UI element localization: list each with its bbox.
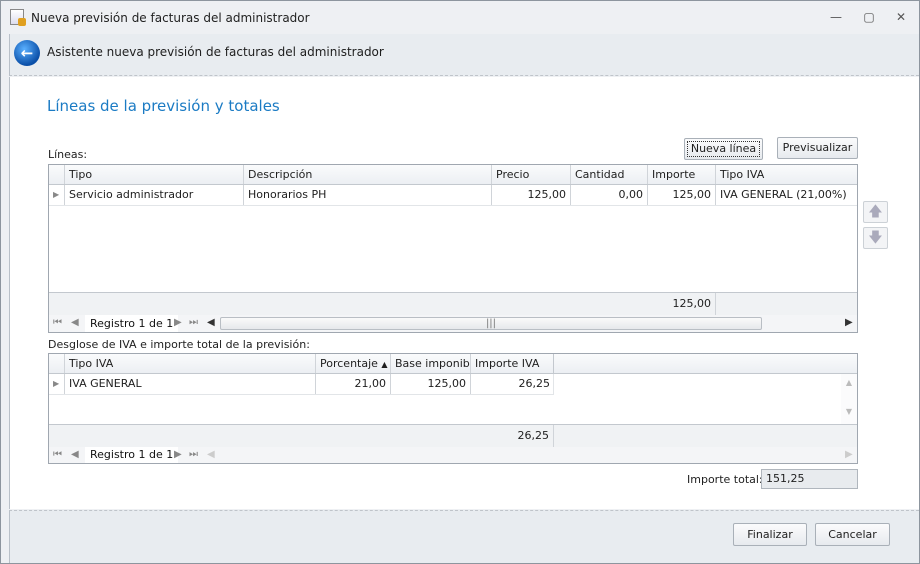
col-cantidad[interactable]: Cantidad bbox=[571, 165, 648, 184]
col-base-imponible[interactable]: Base imponible bbox=[391, 354, 471, 373]
col-tipo-iva[interactable]: Tipo IVA bbox=[716, 165, 857, 184]
lines-navigator: ⏮ ◀ Registro 1 de 1 ▶ ⏭ ◀ ||| ▶ bbox=[49, 315, 857, 332]
col-importe[interactable]: Importe bbox=[648, 165, 716, 184]
vertical-scrollbar[interactable]: ▲ ▼ bbox=[841, 374, 857, 424]
app-icon bbox=[10, 9, 26, 26]
col-importe-iva[interactable]: Importe IVA bbox=[471, 354, 554, 373]
lines-record-counter: Registro 1 de 1 bbox=[85, 315, 179, 332]
iva-navigator: ⏮ ◀ Registro 1 de 1 ▶ ⏭ ◀ ▶ bbox=[49, 447, 857, 463]
finish-button[interactable]: Finalizar bbox=[733, 523, 807, 546]
lines-label: Líneas: bbox=[48, 148, 88, 161]
last-record-icon[interactable]: ⏭ bbox=[189, 317, 198, 328]
window-title: Nueva previsión de facturas del administ… bbox=[31, 11, 310, 25]
col-tipo[interactable]: Tipo bbox=[65, 165, 244, 184]
lines-header-row: Tipo Descripción Precio Cantidad Importe… bbox=[49, 165, 857, 185]
new-line-button[interactable]: Nueva línea bbox=[684, 138, 763, 160]
preview-button[interactable]: Previsualizar bbox=[777, 137, 858, 159]
iva-total: 26,25 bbox=[471, 425, 554, 447]
first-record-icon[interactable]: ⏮ bbox=[53, 317, 62, 328]
scroll-left-icon[interactable]: ◀ bbox=[207, 449, 215, 460]
lines-summary-row: 125,00 bbox=[49, 292, 857, 315]
move-down-icon[interactable]: 🡇 bbox=[863, 227, 888, 249]
first-record-icon[interactable]: ⏮ bbox=[53, 449, 62, 460]
wizard-title: Asistente nueva previsión de facturas de… bbox=[47, 45, 384, 59]
prev-record-icon[interactable]: ◀ bbox=[71, 449, 79, 460]
title-bar: Nueva previsión de facturas del administ… bbox=[1, 1, 919, 33]
back-arrow-icon[interactable]: ← bbox=[14, 40, 40, 66]
scroll-right-icon[interactable]: ▶ bbox=[845, 317, 853, 328]
last-record-icon[interactable]: ⏭ bbox=[189, 449, 198, 460]
col-descripcion[interactable]: Descripción bbox=[244, 165, 492, 184]
iva-header-row: Tipo IVA Porcentaje ▲ Base imponible Imp… bbox=[49, 354, 554, 374]
col-tipo-iva[interactable]: Tipo IVA bbox=[65, 354, 316, 373]
next-record-icon[interactable]: ▶ bbox=[174, 449, 182, 460]
scroll-right-icon[interactable]: ▶ bbox=[845, 449, 853, 460]
total-label: Importe total: bbox=[687, 473, 763, 486]
iva-record-counter: Registro 1 de 1 bbox=[85, 447, 179, 463]
prev-record-icon[interactable]: ◀ bbox=[71, 317, 79, 328]
table-row[interactable]: ▶ Servicio administrador Honorarios PH 1… bbox=[49, 185, 857, 206]
iva-label: Desglose de IVA e importe total de la pr… bbox=[48, 338, 310, 351]
iva-grid: Tipo IVA Porcentaje ▲ Base imponible Imp… bbox=[48, 353, 858, 464]
scroll-left-icon[interactable]: ◀ bbox=[207, 317, 215, 328]
total-field: 151,25 bbox=[761, 469, 858, 489]
minimize-button[interactable]: — bbox=[827, 9, 845, 25]
section-title: Líneas de la previsión y totales bbox=[47, 97, 280, 115]
lines-grid: Tipo Descripción Precio Cantidad Importe… bbox=[48, 164, 858, 333]
horizontal-scrollbar[interactable]: ||| bbox=[220, 317, 762, 330]
cancel-button[interactable]: Cancelar bbox=[815, 523, 890, 546]
table-row[interactable]: ▶ IVA GENERAL 21,00 125,00 26,25 bbox=[49, 374, 554, 395]
col-precio[interactable]: Precio bbox=[492, 165, 571, 184]
next-record-icon[interactable]: ▶ bbox=[174, 317, 182, 328]
restore-button[interactable]: ▢ bbox=[860, 9, 878, 25]
lines-total-importe: 125,00 bbox=[648, 293, 716, 315]
iva-summary-row: 26,25 bbox=[49, 424, 857, 447]
row-indicator-icon: ▶ bbox=[49, 374, 65, 394]
close-button[interactable]: ✕ bbox=[892, 9, 910, 25]
col-porcentaje[interactable]: Porcentaje ▲ bbox=[316, 354, 391, 373]
move-up-icon[interactable]: 🡅 bbox=[863, 201, 888, 223]
row-indicator-icon: ▶ bbox=[49, 185, 65, 205]
sort-asc-icon: ▲ bbox=[381, 360, 388, 369]
